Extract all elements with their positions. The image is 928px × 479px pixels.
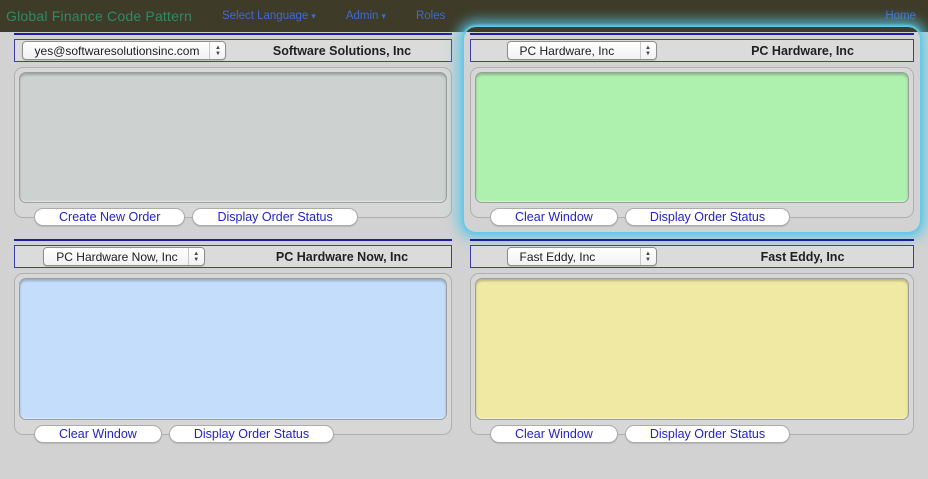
select-stepper-icon: ▲▼ (640, 42, 656, 59)
order-panel-software-solutions: yes@softwaresolutionsinc.com ▲▼ Software… (14, 33, 452, 226)
panel-top-border (470, 33, 914, 35)
panel-header: PC Hardware, Inc ▲▼ PC Hardware, Inc (470, 39, 914, 62)
customer-select-value: PC Hardware, Inc (508, 42, 640, 59)
panel-footer: Clear Window Display Order Status (470, 208, 914, 226)
nav-item-roles[interactable]: Roles (416, 10, 445, 22)
panel-top-border (14, 239, 452, 241)
customer-select[interactable]: yes@softwaresolutionsinc.com ▲▼ (22, 41, 227, 60)
panel-body (14, 273, 452, 435)
caret-down-icon: ▾ (381, 11, 386, 21)
app-title: Global Finance Code Pattern (6, 8, 192, 24)
order-panel-fast-eddy: Fast Eddy, Inc ▲▼ Fast Eddy, Inc Clear W… (470, 239, 914, 443)
order-panels-grid: yes@softwaresolutionsinc.com ▲▼ Software… (0, 32, 928, 443)
order-output-area[interactable] (475, 72, 909, 203)
customer-select[interactable]: PC Hardware, Inc ▲▼ (507, 41, 657, 60)
panel-footer: Create New Order Display Order Status (14, 208, 452, 226)
clear-window-button[interactable]: Clear Window (490, 208, 618, 226)
nav-menu: Select Language▾ Admin▾ Roles (222, 10, 445, 22)
customer-select-value: Fast Eddy, Inc (508, 248, 640, 265)
customer-select-value: yes@softwaresolutionsinc.com (23, 42, 210, 59)
panel-header: PC Hardware Now, Inc ▲▼ PC Hardware Now,… (14, 245, 452, 268)
display-order-status-button[interactable]: Display Order Status (625, 208, 790, 226)
select-stepper-icon: ▲▼ (188, 248, 204, 265)
customer-select[interactable]: Fast Eddy, Inc ▲▼ (507, 247, 657, 266)
company-label: Fast Eddy, Inc (761, 250, 845, 264)
panel-body (470, 67, 914, 218)
create-new-order-button[interactable]: Create New Order (34, 208, 185, 226)
nav-item-select-language[interactable]: Select Language▾ (222, 10, 316, 22)
company-label: PC Hardware Now, Inc (276, 250, 408, 264)
order-output-area[interactable] (19, 278, 447, 420)
order-output-area[interactable] (475, 278, 909, 420)
panel-body (14, 67, 452, 218)
company-label: PC Hardware, Inc (751, 44, 854, 58)
caret-down-icon: ▾ (311, 11, 316, 21)
customer-select-value: PC Hardware Now, Inc (44, 248, 187, 265)
select-stepper-icon: ▲▼ (209, 42, 225, 59)
order-output-area[interactable] (19, 72, 447, 203)
customer-select[interactable]: PC Hardware Now, Inc ▲▼ (43, 247, 204, 266)
panel-footer: Clear Window Display Order Status (14, 425, 452, 443)
nav-item-home[interactable]: Home (885, 10, 916, 22)
panel-top-border (14, 33, 452, 35)
panel-header: Fast Eddy, Inc ▲▼ Fast Eddy, Inc (470, 245, 914, 268)
panel-header: yes@softwaresolutionsinc.com ▲▼ Software… (14, 39, 452, 62)
order-panel-pc-hardware-now: PC Hardware Now, Inc ▲▼ PC Hardware Now,… (14, 239, 452, 443)
panel-body (470, 273, 914, 435)
clear-window-button[interactable]: Clear Window (490, 425, 618, 443)
display-order-status-button[interactable]: Display Order Status (625, 425, 790, 443)
nav-item-admin[interactable]: Admin▾ (346, 10, 386, 22)
clear-window-button[interactable]: Clear Window (34, 425, 162, 443)
order-panel-pc-hardware: PC Hardware, Inc ▲▼ PC Hardware, Inc Cle… (470, 33, 914, 226)
select-stepper-icon: ▲▼ (640, 248, 656, 265)
panel-top-border (470, 239, 914, 241)
highlight-glow-ring: PC Hardware, Inc ▲▼ PC Hardware, Inc Cle… (464, 27, 920, 232)
company-label: Software Solutions, Inc (273, 44, 411, 58)
panel-footer: Clear Window Display Order Status (470, 425, 914, 443)
display-order-status-button[interactable]: Display Order Status (169, 425, 334, 443)
display-order-status-button[interactable]: Display Order Status (192, 208, 357, 226)
